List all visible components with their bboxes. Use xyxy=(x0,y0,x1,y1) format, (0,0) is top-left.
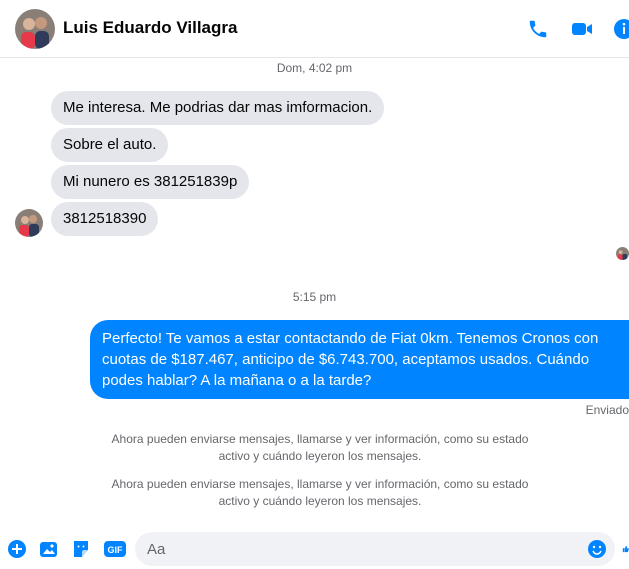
timestamp: Dom, 4:02 pm xyxy=(276,61,353,75)
message-status: Enviado xyxy=(585,403,629,417)
contact-name[interactable]: Luis Eduardo Villagra xyxy=(63,18,237,38)
incoming-message[interactable]: Mi nunero es 381251839p xyxy=(51,165,250,199)
message-input-container xyxy=(135,532,615,566)
photo-icon[interactable] xyxy=(38,538,60,560)
gif-icon[interactable]: GIF xyxy=(102,538,128,560)
info-icon[interactable] xyxy=(612,17,629,41)
plus-circle-icon[interactable] xyxy=(6,538,28,560)
chat-header: Luis Eduardo Villagra xyxy=(0,0,629,58)
read-receipt-avatar xyxy=(616,247,629,260)
message-input[interactable] xyxy=(147,532,577,566)
thumbs-up-icon[interactable] xyxy=(622,538,629,560)
incoming-message[interactable]: Me interesa. Me podrias dar mas imformac… xyxy=(51,91,385,125)
incoming-message[interactable]: 3812518390 xyxy=(51,202,159,236)
message-composer: GIF xyxy=(0,528,629,569)
video-camera-icon[interactable] xyxy=(570,17,594,41)
timestamp: 5:15 pm xyxy=(292,290,337,304)
contact-avatar[interactable] xyxy=(15,9,55,49)
contact-avatar-small[interactable] xyxy=(15,209,43,237)
svg-text:GIF: GIF xyxy=(108,545,124,555)
incoming-message[interactable]: Sobre el auto. xyxy=(51,128,169,162)
system-message: Ahora pueden enviarse mensajes, llamarse… xyxy=(111,477,529,508)
phone-icon[interactable] xyxy=(526,17,550,41)
sticker-icon[interactable] xyxy=(70,538,92,560)
emoji-icon[interactable] xyxy=(586,538,608,560)
system-message: Ahora pueden enviarse mensajes, llamarse… xyxy=(111,432,529,463)
outgoing-message[interactable]: Perfecto! Te vamos a estar contactando d… xyxy=(90,320,629,399)
